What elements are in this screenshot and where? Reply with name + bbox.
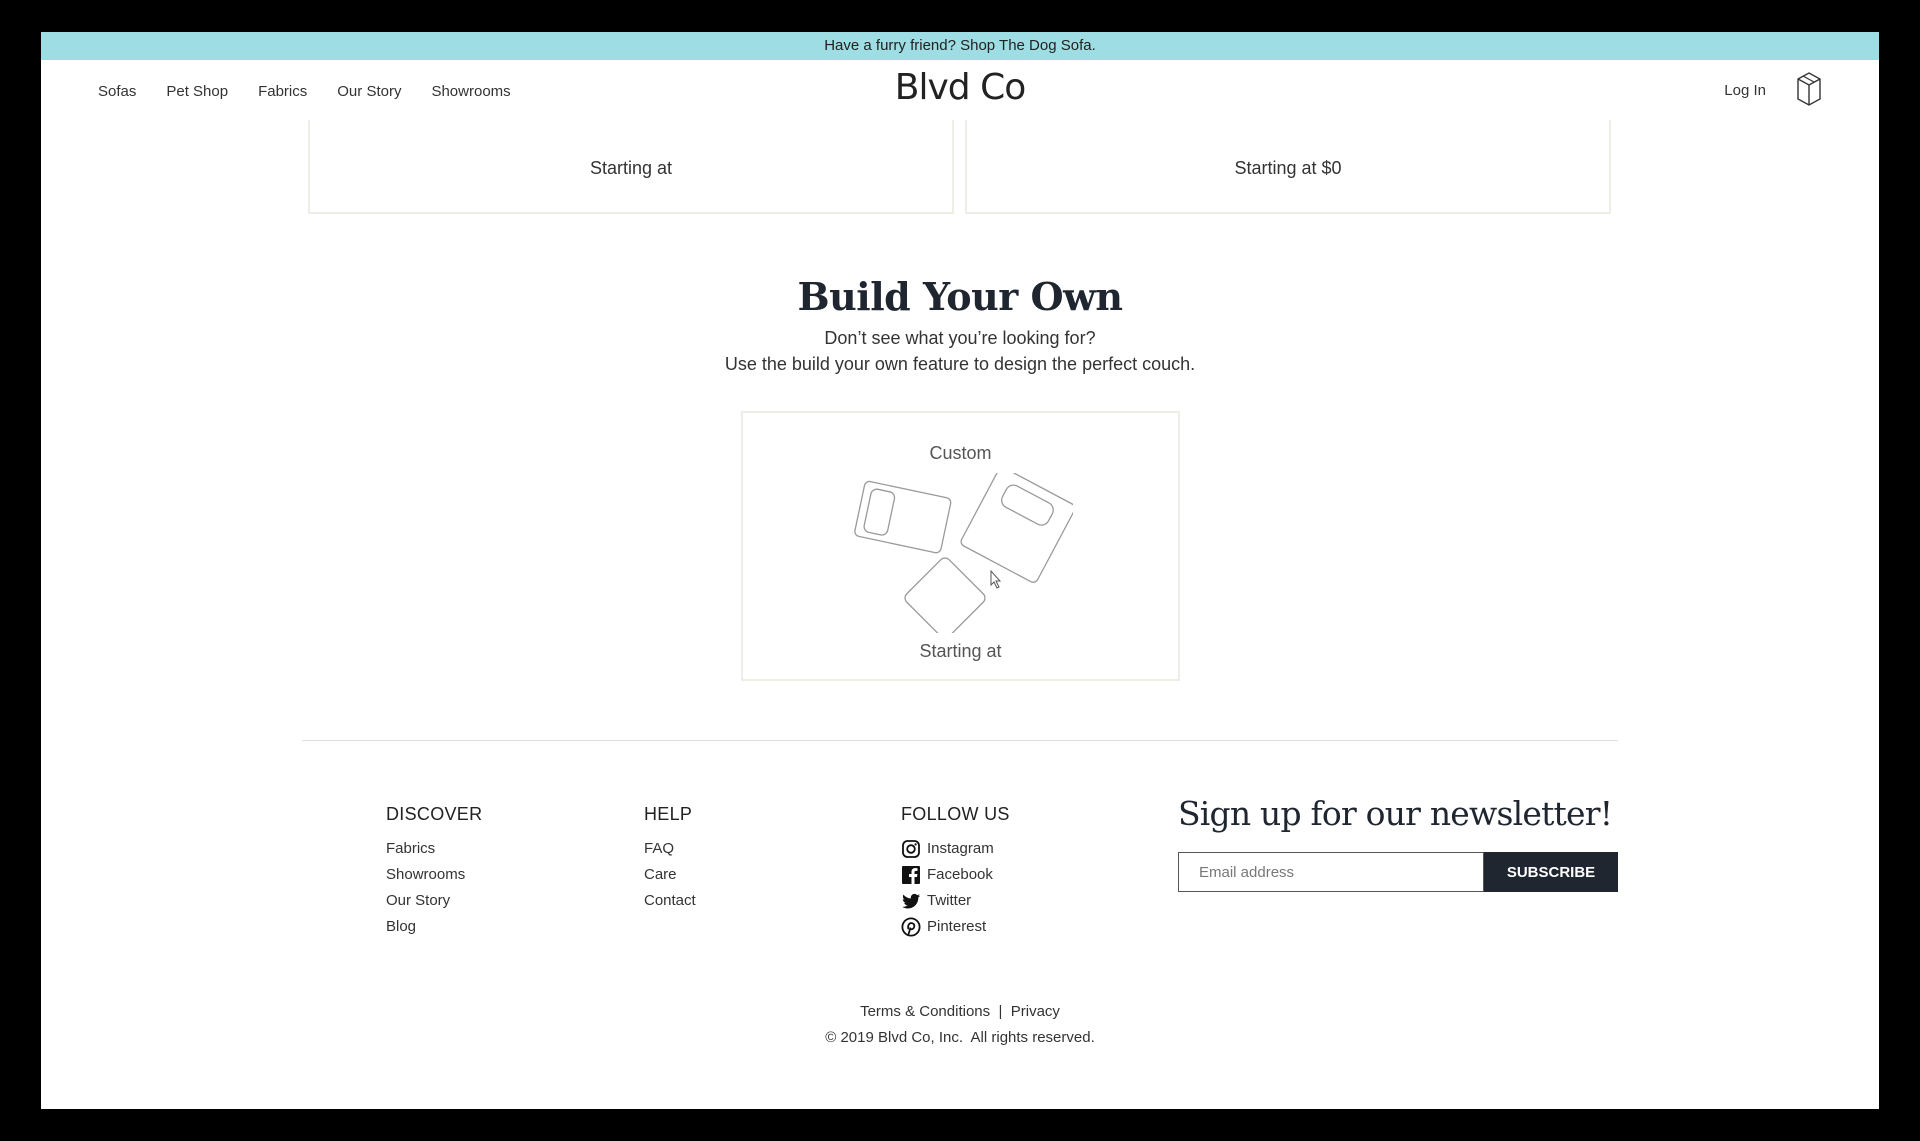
terms-link[interactable]: Terms & Conditions <box>860 1003 990 1020</box>
product-card[interactable]: Starting at <box>308 120 954 214</box>
footer-heading-discover: DISCOVER <box>386 804 483 824</box>
build-subtitle-2: Use the build your own feature to design… <box>724 354 1196 374</box>
footer-heading-help: HELP <box>644 804 693 824</box>
build-subtitle-1: Don’t see what you’re looking for? <box>824 328 1096 348</box>
product-price-label: Starting at <box>589 158 673 178</box>
pinterest-label: Pinterest <box>927 918 987 935</box>
copyright: © 2019 Blvd Co, Inc. All rights reserved… <box>825 1029 1095 1046</box>
product-price-label: Starting at $0 <box>1234 158 1342 178</box>
footer-help-list: FAQ Care Contact <box>644 836 696 914</box>
newsletter-heading: Sign up for our newsletter! <box>1178 794 1613 833</box>
footer-link-faq[interactable]: FAQ <box>644 836 696 862</box>
footer-heading-follow: FOLLOW US <box>901 804 1010 824</box>
product-card[interactable]: Starting at $0 <box>965 120 1611 214</box>
login-link[interactable]: Log In <box>1724 82 1766 99</box>
footer-link-our-story[interactable]: Our Story <box>386 888 465 914</box>
subscribe-button[interactable]: SUBSCRIBE <box>1484 852 1618 892</box>
twitter-icon <box>902 893 921 909</box>
footer-discover-list: Fabrics Showrooms Our Story Blog <box>386 836 465 940</box>
footer-link-twitter[interactable]: Twitter <box>901 888 994 914</box>
footer-link-contact[interactable]: Contact <box>644 888 696 914</box>
footer-link-instagram[interactable]: Instagram <box>901 836 994 862</box>
footer-link-blog[interactable]: Blog <box>386 914 465 940</box>
footer-link-care[interactable]: Care <box>644 862 696 888</box>
custom-build-card[interactable]: Custom Starting at <box>741 411 1180 681</box>
footer-link-showrooms[interactable]: Showrooms <box>386 862 465 888</box>
legal-links: Terms & Conditions | Privacy <box>41 1003 1879 1020</box>
twitter-label: Twitter <box>927 892 972 909</box>
custom-card-title: Custom <box>929 443 992 463</box>
instagram-icon <box>902 840 920 858</box>
footer-link-facebook[interactable]: Facebook <box>901 862 994 888</box>
build-title: Build Your Own <box>797 274 1123 319</box>
instagram-label: Instagram <box>927 840 994 857</box>
legal-separator: | <box>998 1003 1003 1020</box>
footer-link-fabrics[interactable]: Fabrics <box>386 836 465 862</box>
page: Have a furry friend? Shop The Dog Sofa. … <box>41 32 1879 1109</box>
privacy-link[interactable]: Privacy <box>1011 1003 1060 1020</box>
sectional-sofa-illustration <box>854 473 1073 633</box>
site-logo[interactable]: Blvd Co <box>41 67 1879 108</box>
custom-card-price: Starting at <box>919 641 1002 661</box>
footer-link-pinterest[interactable]: Pinterest <box>901 914 994 940</box>
pinterest-icon <box>901 917 921 937</box>
facebook-icon <box>902 866 920 884</box>
footer-divider <box>302 740 1618 741</box>
promo-banner-text[interactable]: Have a furry friend? Shop The Dog Sofa. <box>824 37 1096 54</box>
facebook-label: Facebook <box>927 866 993 883</box>
box-icon[interactable] <box>1795 70 1823 106</box>
footer-follow-list: Instagram Facebook Twitter Pinterest <box>901 836 994 940</box>
promo-banner[interactable]: Have a furry friend? Shop The Dog Sofa. <box>41 32 1879 60</box>
email-field[interactable] <box>1178 852 1484 892</box>
